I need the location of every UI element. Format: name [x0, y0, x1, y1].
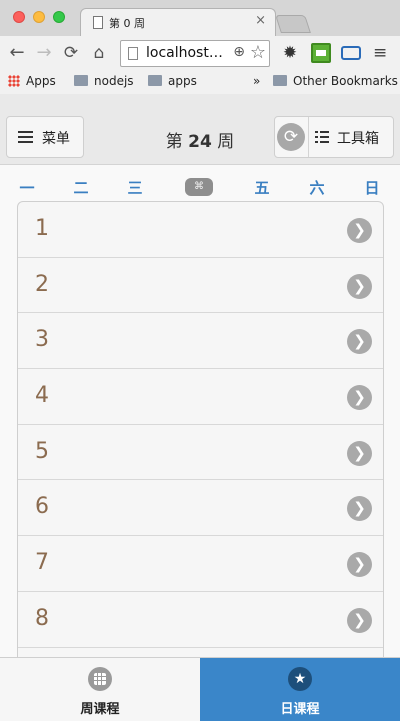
- folder-icon: [148, 75, 162, 86]
- page-icon: [128, 47, 138, 60]
- bookmark-label: nodejs: [94, 74, 134, 88]
- week-prefix: 第: [165, 132, 183, 152]
- chevron-right-icon[interactable]: ❯: [347, 218, 372, 243]
- home-icon[interactable]: ⌂: [88, 42, 110, 64]
- week-suffix: 周: [217, 132, 235, 152]
- weekday-sun[interactable]: 日: [360, 177, 384, 198]
- list-item[interactable]: 2 ❯: [18, 258, 383, 314]
- chevron-right-icon[interactable]: ❯: [347, 329, 372, 355]
- refresh-icon[interactable]: ⟳: [277, 123, 305, 151]
- list-item[interactable]: 5 ❯: [18, 425, 383, 481]
- zoom-window-button[interactable]: [53, 11, 65, 23]
- page-icon: [93, 16, 103, 29]
- bookmark-label: apps: [168, 74, 197, 88]
- bookmarks-bar: Apps nodejs apps » Other Bookmarks: [0, 70, 400, 94]
- chevron-right-icon[interactable]: ❯: [347, 385, 372, 411]
- zoom-icon[interactable]: ⊕: [233, 44, 245, 60]
- address-text[interactable]: localhost…: [146, 45, 223, 61]
- bookmark-folder-nodejs[interactable]: nodejs: [74, 74, 134, 88]
- list-item[interactable]: 6 ❯: [18, 480, 383, 537]
- bug-extension-icon[interactable]: ✹: [280, 43, 300, 63]
- bookmark-folder-other[interactable]: Other Bookmarks: [273, 74, 398, 88]
- bookmark-apps[interactable]: Apps: [8, 74, 56, 88]
- page-title: 第 24 周: [148, 127, 252, 152]
- tab-label: 日课程: [280, 702, 320, 717]
- chevron-right-icon[interactable]: ❯: [347, 440, 372, 466]
- period-number: 3: [35, 327, 49, 353]
- tab-week-schedule[interactable]: 周课程: [0, 658, 200, 721]
- chevron-right-icon[interactable]: ❯: [347, 552, 372, 578]
- minimize-window-button[interactable]: [33, 11, 45, 23]
- address-bar[interactable]: localhost… ⊕ ☆: [120, 40, 270, 67]
- divider: [308, 117, 309, 157]
- reload-icon[interactable]: ⟳: [60, 42, 82, 64]
- app-viewport: 菜单 第 24 周 ⟳ 工具箱 一 二 三 ⌘ 五 六 日 1 ❯ 2 ❯ 3 ❯ 4…: [0, 94, 400, 721]
- list-item[interactable]: 1 ❯: [18, 202, 383, 258]
- period-number: 1: [35, 216, 49, 241]
- bookmark-label: Apps: [26, 74, 56, 88]
- period-number: 8: [35, 605, 49, 631]
- tab-strip: 第 0 周 ×: [0, 0, 400, 36]
- star-icon: ★: [288, 667, 312, 691]
- tab-close-icon[interactable]: ×: [255, 13, 266, 28]
- weekday-fri[interactable]: 五: [250, 177, 274, 198]
- week-number: 24: [188, 132, 212, 152]
- printer-extension-icon[interactable]: [341, 46, 361, 60]
- weekday-wed[interactable]: 三: [123, 177, 147, 198]
- apps-grid-icon: [8, 75, 20, 87]
- bookmark-star-icon[interactable]: ☆: [250, 42, 266, 63]
- bookmark-folder-apps[interactable]: apps: [148, 74, 197, 88]
- weekday-thu-today-icon[interactable]: ⌘: [185, 178, 213, 196]
- weekday-tue[interactable]: 二: [69, 177, 93, 198]
- bookmark-label: Other Bookmarks: [293, 74, 398, 88]
- weekday-mon[interactable]: 一: [15, 177, 39, 198]
- toolbox-button[interactable]: ⟳ 工具箱: [274, 116, 394, 158]
- list-item[interactable]: 3 ❯: [18, 313, 383, 370]
- weekday-selector: 一 二 三 ⌘ 五 六 日: [0, 165, 400, 199]
- browser-tab[interactable]: 第 0 周 ×: [80, 8, 276, 36]
- weekday-sat[interactable]: 六: [305, 177, 329, 198]
- print-friendly-extension-icon[interactable]: [311, 43, 331, 63]
- browser-toolbar: ← → ⟳ ⌂ localhost… ⊕ ☆ ✹ ≡: [0, 36, 400, 70]
- chrome-menu-icon[interactable]: ≡: [373, 43, 393, 63]
- grid-icon: [88, 667, 112, 691]
- list-icon: [315, 131, 329, 143]
- list-item[interactable]: 4 ❯: [18, 369, 383, 425]
- folder-icon: [273, 75, 287, 86]
- period-number: 2: [35, 271, 49, 297]
- hamburger-icon: [18, 131, 33, 143]
- tab-title: 第 0 周: [109, 17, 145, 30]
- list-item[interactable]: 7 ❯: [18, 536, 383, 592]
- bottom-tab-bar: 周课程 ★ 日课程: [0, 657, 400, 721]
- period-number: 5: [35, 438, 49, 464]
- period-number: 7: [35, 550, 49, 576]
- period-number: 6: [35, 494, 49, 520]
- app-header: 菜单 第 24 周 ⟳ 工具箱: [0, 94, 400, 165]
- browser-chrome: 第 0 周 × ← → ⟳ ⌂ localhost… ⊕ ☆ ✹ ≡ Apps …: [0, 0, 400, 94]
- new-tab-button[interactable]: [275, 15, 311, 33]
- back-icon[interactable]: ←: [6, 42, 28, 64]
- menu-label: 菜单: [42, 131, 70, 147]
- tab-day-schedule[interactable]: ★ 日课程: [200, 658, 400, 721]
- chevron-right-icon[interactable]: ❯: [347, 496, 372, 522]
- list-item[interactable]: 8 ❯: [18, 592, 383, 648]
- period-number: 4: [35, 383, 49, 409]
- chevron-right-icon[interactable]: ❯: [347, 607, 372, 633]
- tab-label: 周课程: [80, 702, 120, 717]
- class-period-list: 1 ❯ 2 ❯ 3 ❯ 4 ❯ 5 ❯ 6 ❯ 7 ❯ 8 ❯: [17, 201, 384, 721]
- chevron-right-icon[interactable]: ❯: [347, 273, 372, 299]
- menu-button[interactable]: 菜单: [6, 116, 84, 158]
- forward-icon[interactable]: →: [33, 42, 55, 64]
- folder-icon: [74, 75, 88, 86]
- close-window-button[interactable]: [13, 11, 25, 23]
- toolbox-label: 工具箱: [337, 131, 379, 147]
- bookmarks-overflow-icon[interactable]: »: [253, 74, 260, 88]
